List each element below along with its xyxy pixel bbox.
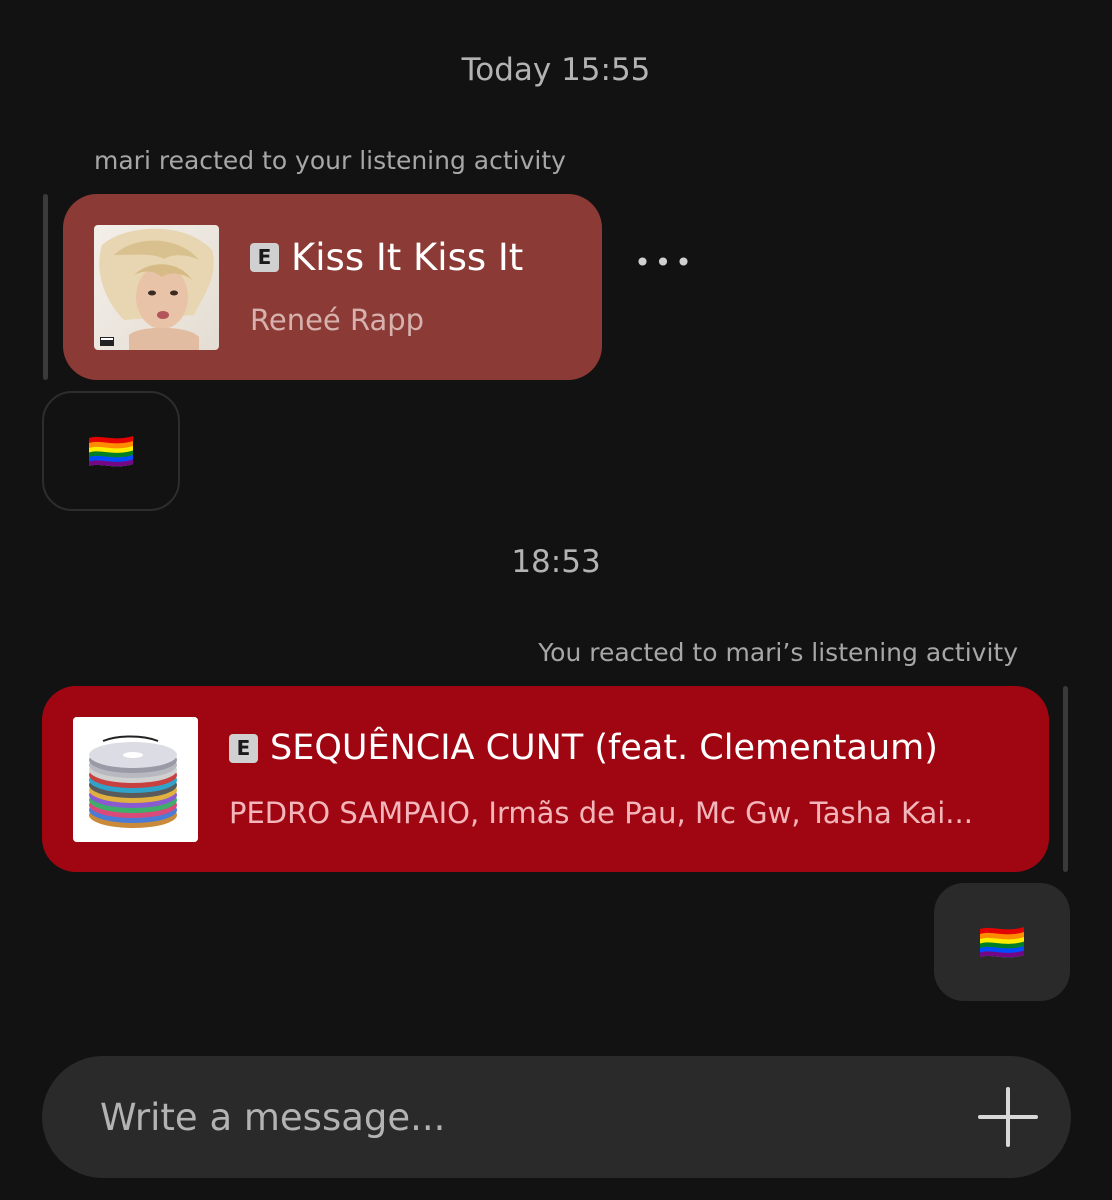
album-art <box>73 717 198 842</box>
track-artist: Reneé Rapp <box>250 303 425 337</box>
track-title: E Kiss It Kiss It <box>250 236 523 279</box>
track-card[interactable]: E SEQUÊNCIA CUNT (feat. Clementaum) PEDR… <box>42 686 1049 872</box>
plus-icon <box>978 1087 1038 1147</box>
track-title-text: SEQUÊNCIA CUNT (feat. Clementaum) <box>270 728 938 768</box>
album-art <box>94 225 219 350</box>
reaction-bubble[interactable] <box>42 391 180 511</box>
track-artist: PEDRO SAMPAIO, Irmãs de Pau, Mc Gw, Tash… <box>229 796 973 830</box>
rainbow-flag-icon <box>89 436 133 467</box>
thread-indicator <box>1063 686 1068 872</box>
reaction-bubble[interactable] <box>934 883 1070 1001</box>
explicit-icon: E <box>250 243 279 272</box>
more-options-button[interactable]: ••• <box>632 244 698 280</box>
track-title: E SEQUÊNCIA CUNT (feat. Clementaum) <box>229 728 938 768</box>
add-attachment-button[interactable] <box>978 1087 1038 1147</box>
message-input[interactable] <box>100 1056 920 1178</box>
thread-indicator <box>43 194 48 380</box>
activity-caption: mari reacted to your listening activity <box>94 146 566 175</box>
timestamp: Today 15:55 <box>461 52 651 88</box>
track-card[interactable]: E Kiss It Kiss It Reneé Rapp <box>63 194 602 380</box>
timestamp: 18:53 <box>511 544 601 580</box>
chat-screen: Today 15:55 mari reacted to your listeni… <box>0 0 1112 1200</box>
activity-caption: You reacted to mari’s listening activity <box>538 638 1018 667</box>
rainbow-flag-icon <box>980 927 1024 958</box>
track-title-text: Kiss It Kiss It <box>291 236 524 279</box>
message-composer <box>42 1056 1071 1178</box>
explicit-icon: E <box>229 733 258 763</box>
